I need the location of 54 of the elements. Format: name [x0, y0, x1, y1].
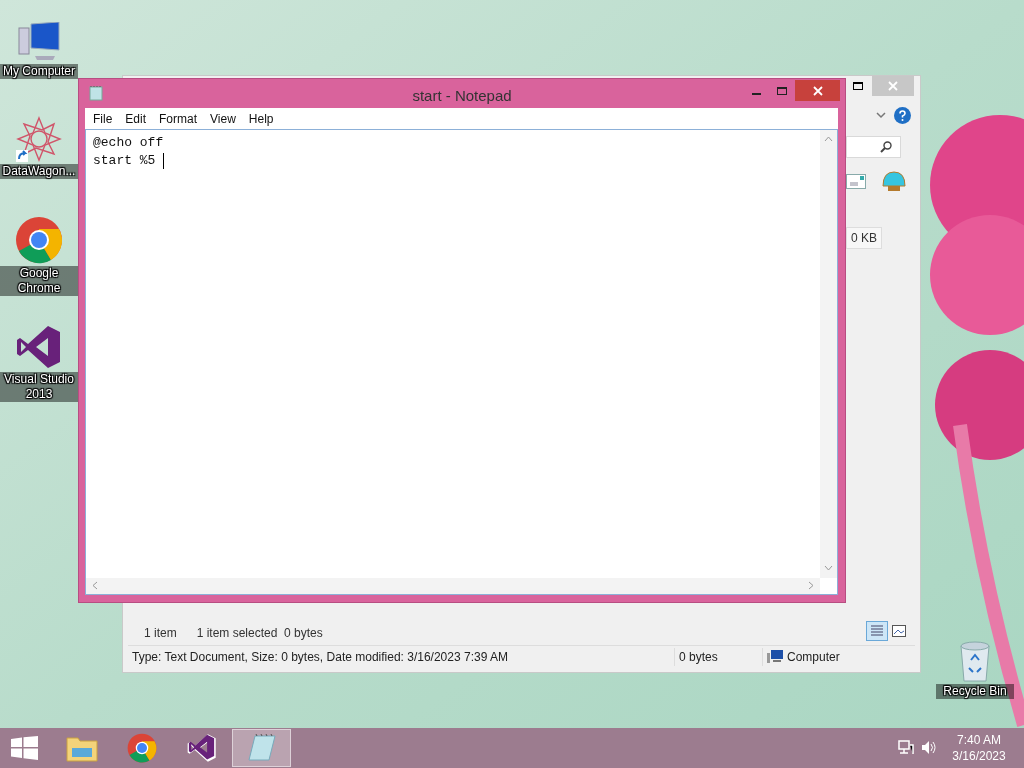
- text-line: @echo off: [93, 134, 164, 152]
- clock[interactable]: 7:40 AM 3/16/2023: [945, 732, 1013, 764]
- file-size-text: 0 KB: [846, 227, 882, 249]
- network-icon[interactable]: [898, 740, 914, 755]
- close-icon: [888, 81, 898, 91]
- close-icon: [812, 85, 823, 96]
- location-text: Computer: [787, 648, 840, 666]
- desktop-icon-label[interactable]: Visual Studio 2013: [0, 372, 78, 402]
- vertical-scrollbar[interactable]: [820, 130, 837, 578]
- desktop-icon-label[interactable]: Recycle Bin: [936, 684, 1014, 699]
- status-text: 1 item selected 0 bytes: [196, 625, 323, 642]
- chrome-icon: [126, 733, 157, 763]
- desktop-icon-label[interactable]: My Computer: [0, 64, 78, 79]
- windows-logo-icon[interactable]: [11, 736, 38, 760]
- notepad-icon: [89, 86, 103, 101]
- chrome-icon: [15, 216, 63, 264]
- computer-icon: [767, 649, 783, 664]
- horizontal-scrollbar[interactable]: [86, 578, 820, 594]
- text-line: start %5: [93, 152, 157, 170]
- help-icon[interactable]: [894, 107, 911, 124]
- computer-icon: [17, 22, 61, 62]
- menu-item[interactable]: Edit: [120, 108, 152, 129]
- close-button[interactable]: [795, 80, 840, 101]
- scroll-up-icon[interactable]: [824, 136, 833, 142]
- scroll-left-icon[interactable]: [92, 581, 98, 590]
- details-size-text: 0 bytes: [674, 647, 762, 666]
- window-title: start - Notepad: [411, 86, 513, 106]
- search-icon[interactable]: [880, 141, 892, 153]
- speaker-icon[interactable]: [921, 740, 937, 755]
- star-pattern-icon: [16, 116, 62, 162]
- preview-pane-icon[interactable]: [846, 174, 866, 189]
- shell-icon[interactable]: [881, 170, 907, 192]
- text-cursor: [163, 153, 165, 169]
- visual-studio-icon: [186, 733, 217, 763]
- menu-item[interactable]: Help: [243, 108, 279, 129]
- search-field[interactable]: [846, 136, 901, 158]
- scroll-right-icon[interactable]: [808, 581, 814, 590]
- status-text: 1 item: [144, 625, 177, 642]
- desktop-icon-label[interactable]: DataWagon...: [0, 164, 78, 179]
- folder-icon: [65, 734, 98, 762]
- recycle-bin-icon: [957, 638, 993, 682]
- chevron-down-icon[interactable]: [876, 111, 886, 119]
- clock-time: 7:40 AM: [957, 732, 1001, 748]
- clock-date: 3/16/2023: [952, 748, 1006, 764]
- visual-studio-icon: [16, 324, 62, 370]
- scroll-down-icon[interactable]: [824, 565, 833, 571]
- menu-item[interactable]: View: [205, 108, 241, 129]
- menu-item[interactable]: File: [88, 108, 118, 129]
- large-icons-view-icon[interactable]: [892, 625, 906, 637]
- notepad-icon: [246, 734, 277, 762]
- menu-item[interactable]: Format: [154, 108, 203, 129]
- desktop-icon-label[interactable]: Google Chrome: [0, 266, 78, 296]
- text-area[interactable]: @echo off start %5: [85, 129, 838, 595]
- details-text: Type: Text Document, Size: 0 bytes, Date modified: 3/16/2023 7:39 AM: [131, 648, 509, 666]
